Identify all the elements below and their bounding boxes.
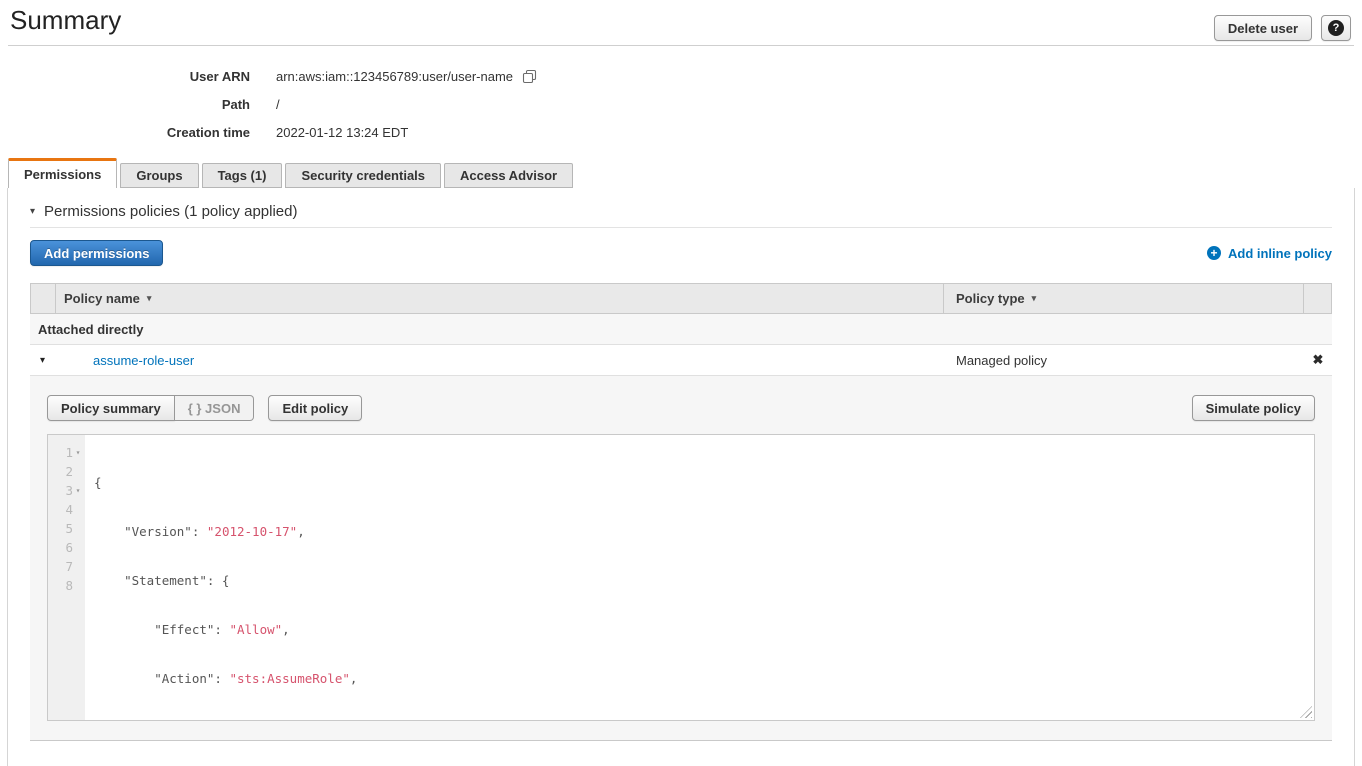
- policy-type-column-header[interactable]: Policy type ▾: [943, 284, 1303, 313]
- editor-line-number-gutter: 1▾ 2 3▾ 4 5 6 7 8: [48, 435, 85, 720]
- permissions-policies-section-toggle[interactable]: ▾ Permissions policies (1 policy applied…: [30, 188, 1332, 220]
- summary-fields: User ARN arn:aws:iam::123456789:user/use…: [0, 46, 1362, 162]
- code-line: "Action": "sts:AssumeRole",: [94, 669, 538, 688]
- policy-name-column-header[interactable]: Policy name ▾: [56, 284, 943, 313]
- tab-tags[interactable]: Tags (1): [202, 163, 283, 188]
- json-code-editor[interactable]: 1▾ 2 3▾ 4 5 6 7 8 { "Version": "2012-10-…: [47, 434, 1315, 721]
- delete-user-button[interactable]: Delete user: [1214, 15, 1312, 41]
- sort-caret-icon: ▾: [1032, 293, 1037, 304]
- code-line: "Statement": {: [94, 571, 538, 590]
- tab-groups[interactable]: Groups: [120, 163, 198, 188]
- creation-time-label: Creation time: [0, 125, 250, 140]
- creation-time-value: 2022-01-12 13:24 EDT: [276, 125, 408, 140]
- edit-policy-button[interactable]: Edit policy: [268, 395, 362, 421]
- code-line: "Effect": "Allow",: [94, 620, 538, 639]
- json-view-button[interactable]: { } JSON: [175, 395, 255, 421]
- tab-access-advisor[interactable]: Access Advisor: [444, 163, 573, 188]
- policy-summary-button[interactable]: Policy summary: [47, 395, 175, 421]
- policy-type-cell: Managed policy: [944, 353, 1304, 368]
- field-row-user-arn: User ARN arn:aws:iam::123456789:user/use…: [0, 62, 1362, 90]
- add-permissions-button[interactable]: Add permissions: [30, 240, 163, 266]
- help-icon: ?: [1328, 20, 1344, 36]
- tab-permissions[interactable]: Permissions: [8, 158, 117, 188]
- add-inline-policy-label: Add inline policy: [1228, 246, 1332, 261]
- fold-caret-icon[interactable]: ▾: [73, 486, 83, 495]
- fold-caret-icon[interactable]: ▾: [73, 448, 83, 457]
- policy-table-header: Policy name ▾ Policy type ▾: [30, 283, 1332, 314]
- section-divider: [30, 227, 1332, 228]
- add-inline-policy-link[interactable]: + Add inline policy: [1207, 246, 1332, 261]
- editor-resize-handle[interactable]: [1300, 706, 1312, 718]
- editor-code-area[interactable]: { "Version": "2012-10-17", "Statement": …: [85, 435, 538, 720]
- plus-circle-icon: +: [1207, 246, 1221, 260]
- policy-table-row: ▾ assume-role-user Managed policy ✖: [30, 345, 1332, 375]
- permissions-toolbar: Add permissions + Add inline policy: [30, 240, 1332, 266]
- field-row-path: Path /: [0, 90, 1362, 118]
- user-arn-label: User ARN: [0, 69, 250, 84]
- page-header: Summary Delete user ?: [8, 0, 1354, 46]
- field-row-creation-time: Creation time 2022-01-12 13:24 EDT: [0, 118, 1362, 146]
- actions-column-header: [1303, 284, 1331, 313]
- copy-arn-button[interactable]: [522, 69, 537, 84]
- header-buttons: Delete user ?: [1214, 15, 1351, 41]
- user-arn-value: arn:aws:iam::123456789:user/user-name: [276, 69, 513, 84]
- policy-view-button-group: Policy summary { } JSON: [47, 395, 254, 421]
- policy-name-link[interactable]: assume-role-user: [93, 353, 194, 368]
- path-label: Path: [0, 97, 250, 112]
- tab-bar: Permissions Groups Tags (1) Security cre…: [8, 162, 1362, 188]
- path-value: /: [276, 97, 280, 112]
- code-line: "Version": "2012-10-17",: [94, 522, 538, 541]
- policy-detail-toolbar: Policy summary { } JSON Edit policy Simu…: [47, 395, 1315, 421]
- attached-directly-group-row: Attached directly: [30, 314, 1332, 345]
- copy-icon: [522, 69, 537, 84]
- expand-column-header: [31, 284, 56, 313]
- policy-table: Policy name ▾ Policy type ▾ Attached dir…: [30, 283, 1332, 741]
- help-button[interactable]: ?: [1321, 15, 1351, 41]
- row-collapse-toggle[interactable]: ▾: [30, 355, 55, 366]
- section-caret-icon: ▾: [30, 206, 35, 217]
- detach-policy-icon[interactable]: ✖: [1313, 352, 1324, 367]
- page-title: Summary: [10, 5, 121, 36]
- sort-caret-icon: ▾: [147, 293, 152, 304]
- simulate-policy-button[interactable]: Simulate policy: [1192, 395, 1315, 421]
- tab-security-credentials[interactable]: Security credentials: [285, 163, 441, 188]
- row-caret-icon: ▾: [40, 355, 45, 366]
- policy-detail-panel: Policy summary { } JSON Edit policy Simu…: [30, 375, 1332, 741]
- permissions-policies-title: Permissions policies (1 policy applied): [44, 203, 297, 220]
- permissions-tab-content: ▾ Permissions policies (1 policy applied…: [7, 188, 1355, 766]
- code-line: "Resource": "arn:aws:iam::123456789:role…: [94, 718, 538, 721]
- code-line: {: [94, 473, 538, 492]
